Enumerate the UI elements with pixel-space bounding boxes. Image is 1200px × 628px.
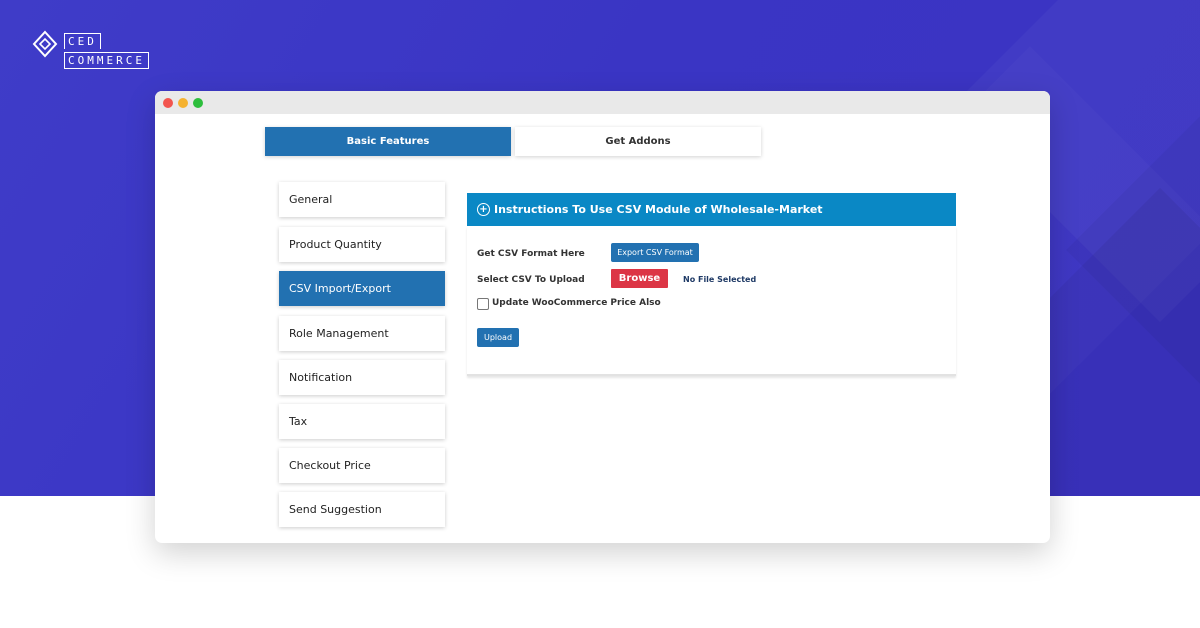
cedcommerce-logo: CED COMMERCE — [32, 30, 156, 69]
export-csv-format-button[interactable]: Export CSV Format — [611, 243, 699, 262]
select-csv-label: Select CSV To Upload — [477, 275, 585, 285]
minimize-window-dot[interactable] — [178, 98, 188, 108]
update-price-label: Update WooCommerce Price Also — [492, 298, 661, 308]
sidebar-item-notification[interactable]: Notification — [279, 360, 445, 395]
browser-window: Basic Features Get Addons General Produc… — [155, 91, 1050, 543]
sidebar-item-tax[interactable]: Tax — [279, 404, 445, 439]
tab-get-addons[interactable]: Get Addons — [515, 127, 761, 156]
csv-format-label: Get CSV Format Here — [477, 249, 585, 259]
expand-plus-icon: + — [477, 202, 490, 216]
browse-button[interactable]: Browse — [611, 269, 668, 288]
brand-line-2: COMMERCE — [64, 52, 149, 69]
logo-icon — [32, 30, 58, 58]
instructions-panel-header[interactable]: + Instructions To Use CSV Module of Whole… — [467, 193, 956, 226]
sidebar-item-checkout-price[interactable]: Checkout Price — [279, 448, 445, 483]
sidebar-item-send-suggestion[interactable]: Send Suggestion — [279, 492, 445, 527]
no-file-selected-text: No File Selected — [683, 275, 757, 284]
close-window-dot[interactable] — [163, 98, 173, 108]
instructions-panel-title: Instructions To Use CSV Module of Wholes… — [494, 203, 823, 216]
brand-line-1: CED — [64, 33, 101, 49]
csv-panel-body: Get CSV Format Here Export CSV Format Se… — [467, 226, 956, 376]
window-titlebar — [155, 91, 1050, 114]
sidebar-item-role-management[interactable]: Role Management — [279, 316, 445, 351]
upload-button[interactable]: Upload — [477, 328, 519, 347]
sidebar-item-general[interactable]: General — [279, 182, 445, 217]
brand-wordmark: CED COMMERCE — [64, 30, 149, 69]
sidebar-item-product-quantity[interactable]: Product Quantity — [279, 227, 445, 262]
tab-basic-features[interactable]: Basic Features — [265, 127, 511, 156]
sidebar-item-csv-import-export[interactable]: CSV Import/Export — [279, 271, 445, 306]
update-price-checkbox[interactable] — [477, 298, 489, 310]
maximize-window-dot[interactable] — [193, 98, 203, 108]
